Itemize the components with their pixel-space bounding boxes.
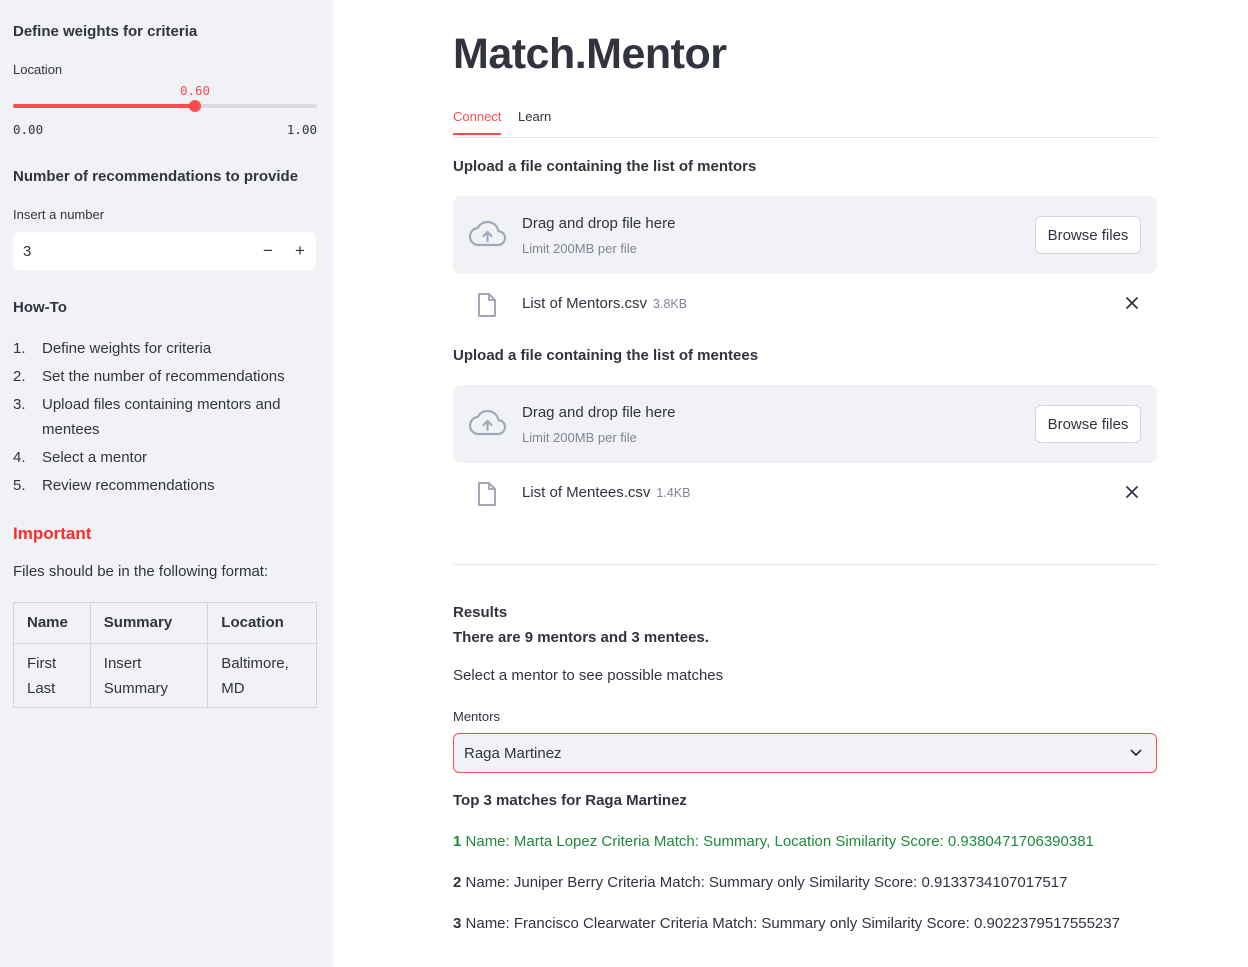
tab-learn[interactable]: Learn xyxy=(518,109,551,133)
step-number: 3. xyxy=(13,396,26,413)
mentors-select-label: Mentors xyxy=(453,709,500,724)
mentors-select[interactable]: Raga Martinez xyxy=(453,733,1157,773)
chevron-down-icon[interactable] xyxy=(1116,749,1156,757)
list-item: 3. Upload files containing mentors and me… xyxy=(13,392,313,442)
increment-button[interactable]: + xyxy=(284,232,316,270)
browse-files-button[interactable]: Browse files xyxy=(1035,216,1141,254)
step-number: 5. xyxy=(13,477,26,494)
file-icon xyxy=(478,293,496,317)
mentors-dropzone[interactable]: Drag and drop file here Limit 200MB per … xyxy=(453,196,1157,274)
step-number: 1. xyxy=(13,340,26,357)
table-row: First Last Insert Summary Baltimore, MD xyxy=(13,643,317,708)
match-item: 1 Name: Marta Lopez Criteria Match: Summ… xyxy=(453,833,1094,850)
recommendations-heading: Number of recommendations to provide xyxy=(13,168,299,185)
select-instruction: Select a mentor to see possible matches xyxy=(453,667,724,684)
slider-value: 0.60 xyxy=(179,83,211,98)
format-table: Name Summary Location First Last Insert … xyxy=(13,602,317,708)
slider-max-label: 1.00 xyxy=(286,122,317,137)
cloud-upload-icon xyxy=(469,409,506,436)
location-slider[interactable]: 0.60 0.00 1.00 xyxy=(13,80,317,140)
step-text: Review recommendations xyxy=(42,477,215,494)
dropzone-limit: Limit 200MB per file xyxy=(522,430,637,445)
howto-heading: How-To xyxy=(13,299,67,316)
file-name-text: List of Mentors.csv xyxy=(522,295,648,312)
list-item: 1. Define weights for criteria xyxy=(13,336,313,361)
step-text: Select a mentor xyxy=(42,449,148,466)
top-matches-heading: Top 3 matches for Raga Martinez xyxy=(453,792,687,809)
table-header: Name xyxy=(13,602,91,644)
slider-min-label: 0.00 xyxy=(13,122,44,137)
file-name-text: List of Mentees.csv xyxy=(522,484,651,501)
mentees-dropzone[interactable]: Drag and drop file here Limit 200MB per … xyxy=(453,385,1157,463)
slider-track[interactable] xyxy=(13,104,317,108)
table-cell: First Last xyxy=(13,643,91,708)
match-text: Name: Juniper Berry Criteria Match: Summ… xyxy=(465,874,1068,891)
step-number: 2. xyxy=(13,368,26,385)
results-summary: There are 9 mentors and 3 mentees. xyxy=(453,629,709,646)
important-heading: Important xyxy=(13,524,92,543)
step-text: Upload files containing mentors and ment… xyxy=(42,396,281,438)
list-item: 4. Select a mentor xyxy=(13,445,313,470)
step-text: Set the number of recommendations xyxy=(42,368,285,385)
close-icon[interactable] xyxy=(1125,485,1139,499)
slider-track-fill xyxy=(13,104,195,108)
weights-heading: Define weights for criteria xyxy=(13,23,198,40)
file-size: 3.8KB xyxy=(653,297,688,311)
match-rank: 2 xyxy=(453,874,462,891)
match-text: Name: Francisco Clearwater Criteria Matc… xyxy=(465,915,1120,932)
file-name: List of Mentors.csv 3.8KB xyxy=(522,295,687,312)
tab-connect[interactable]: Connect xyxy=(453,109,502,135)
match-rank: 3 xyxy=(453,915,462,932)
browse-files-button[interactable]: Browse files xyxy=(1035,405,1141,443)
table-header: Summary xyxy=(89,602,209,644)
table-cell: Baltimore, MD xyxy=(207,643,317,708)
match-text: Name: Marta Lopez Criteria Match: Summar… xyxy=(465,833,1094,850)
step-number: 4. xyxy=(13,449,26,466)
results-section: Results There are 9 mentors and 3 mentee… xyxy=(453,600,709,650)
list-item: 2. Set the number of recommendations xyxy=(13,364,313,389)
selected-mentor: Raga Martinez xyxy=(464,744,562,762)
format-description: Files should be in the following format: xyxy=(13,563,269,580)
mentors-upload-heading: Upload a file containing the list of men… xyxy=(453,158,757,175)
table-cell: Insert Summary xyxy=(89,643,209,708)
results-heading: Results xyxy=(453,604,508,621)
number-input-label: Insert a number xyxy=(13,207,105,222)
close-icon[interactable] xyxy=(1125,296,1139,310)
tab-bar: Connect Learn xyxy=(453,106,1157,138)
file-size: 1.4KB xyxy=(656,486,691,500)
dropzone-limit: Limit 200MB per file xyxy=(522,241,637,256)
list-item: 5. Review recommendations xyxy=(13,473,313,498)
howto-list: 1. Define weights for criteria 2. Set the … xyxy=(13,336,313,501)
page-title: Match.Mentor xyxy=(453,30,727,78)
location-slider-label: Location xyxy=(13,62,63,77)
match-item: 2 Name: Juniper Berry Criteria Match: Su… xyxy=(453,874,1067,891)
sidebar: Define weights for criteria Location 0.6… xyxy=(0,0,333,967)
decrement-button[interactable]: − xyxy=(252,232,284,270)
table-header-row: Name Summary Location xyxy=(13,602,317,644)
match-rank: 1 xyxy=(453,833,462,850)
step-text: Define weights for criteria xyxy=(42,340,212,357)
dropzone-text: Drag and drop file here xyxy=(522,404,676,421)
dropzone-text: Drag and drop file here xyxy=(522,215,676,232)
number-input-value[interactable]: 3 xyxy=(23,243,252,260)
recommendations-number-input[interactable]: 3 − + xyxy=(13,232,316,270)
uploaded-file-row: List of Mentors.csv 3.8KB xyxy=(453,285,1157,325)
table-header: Location xyxy=(207,602,317,644)
mentees-upload-heading: Upload a file containing the list of men… xyxy=(453,347,759,364)
divider xyxy=(453,564,1157,565)
match-item: 3 Name: Francisco Clearwater Criteria Ma… xyxy=(453,915,1120,932)
file-icon xyxy=(478,482,496,506)
slider-thumb[interactable] xyxy=(189,100,201,112)
uploaded-file-row: List of Mentees.csv 1.4KB xyxy=(453,474,1157,514)
cloud-upload-icon xyxy=(469,220,506,247)
file-name: List of Mentees.csv 1.4KB xyxy=(522,484,690,501)
